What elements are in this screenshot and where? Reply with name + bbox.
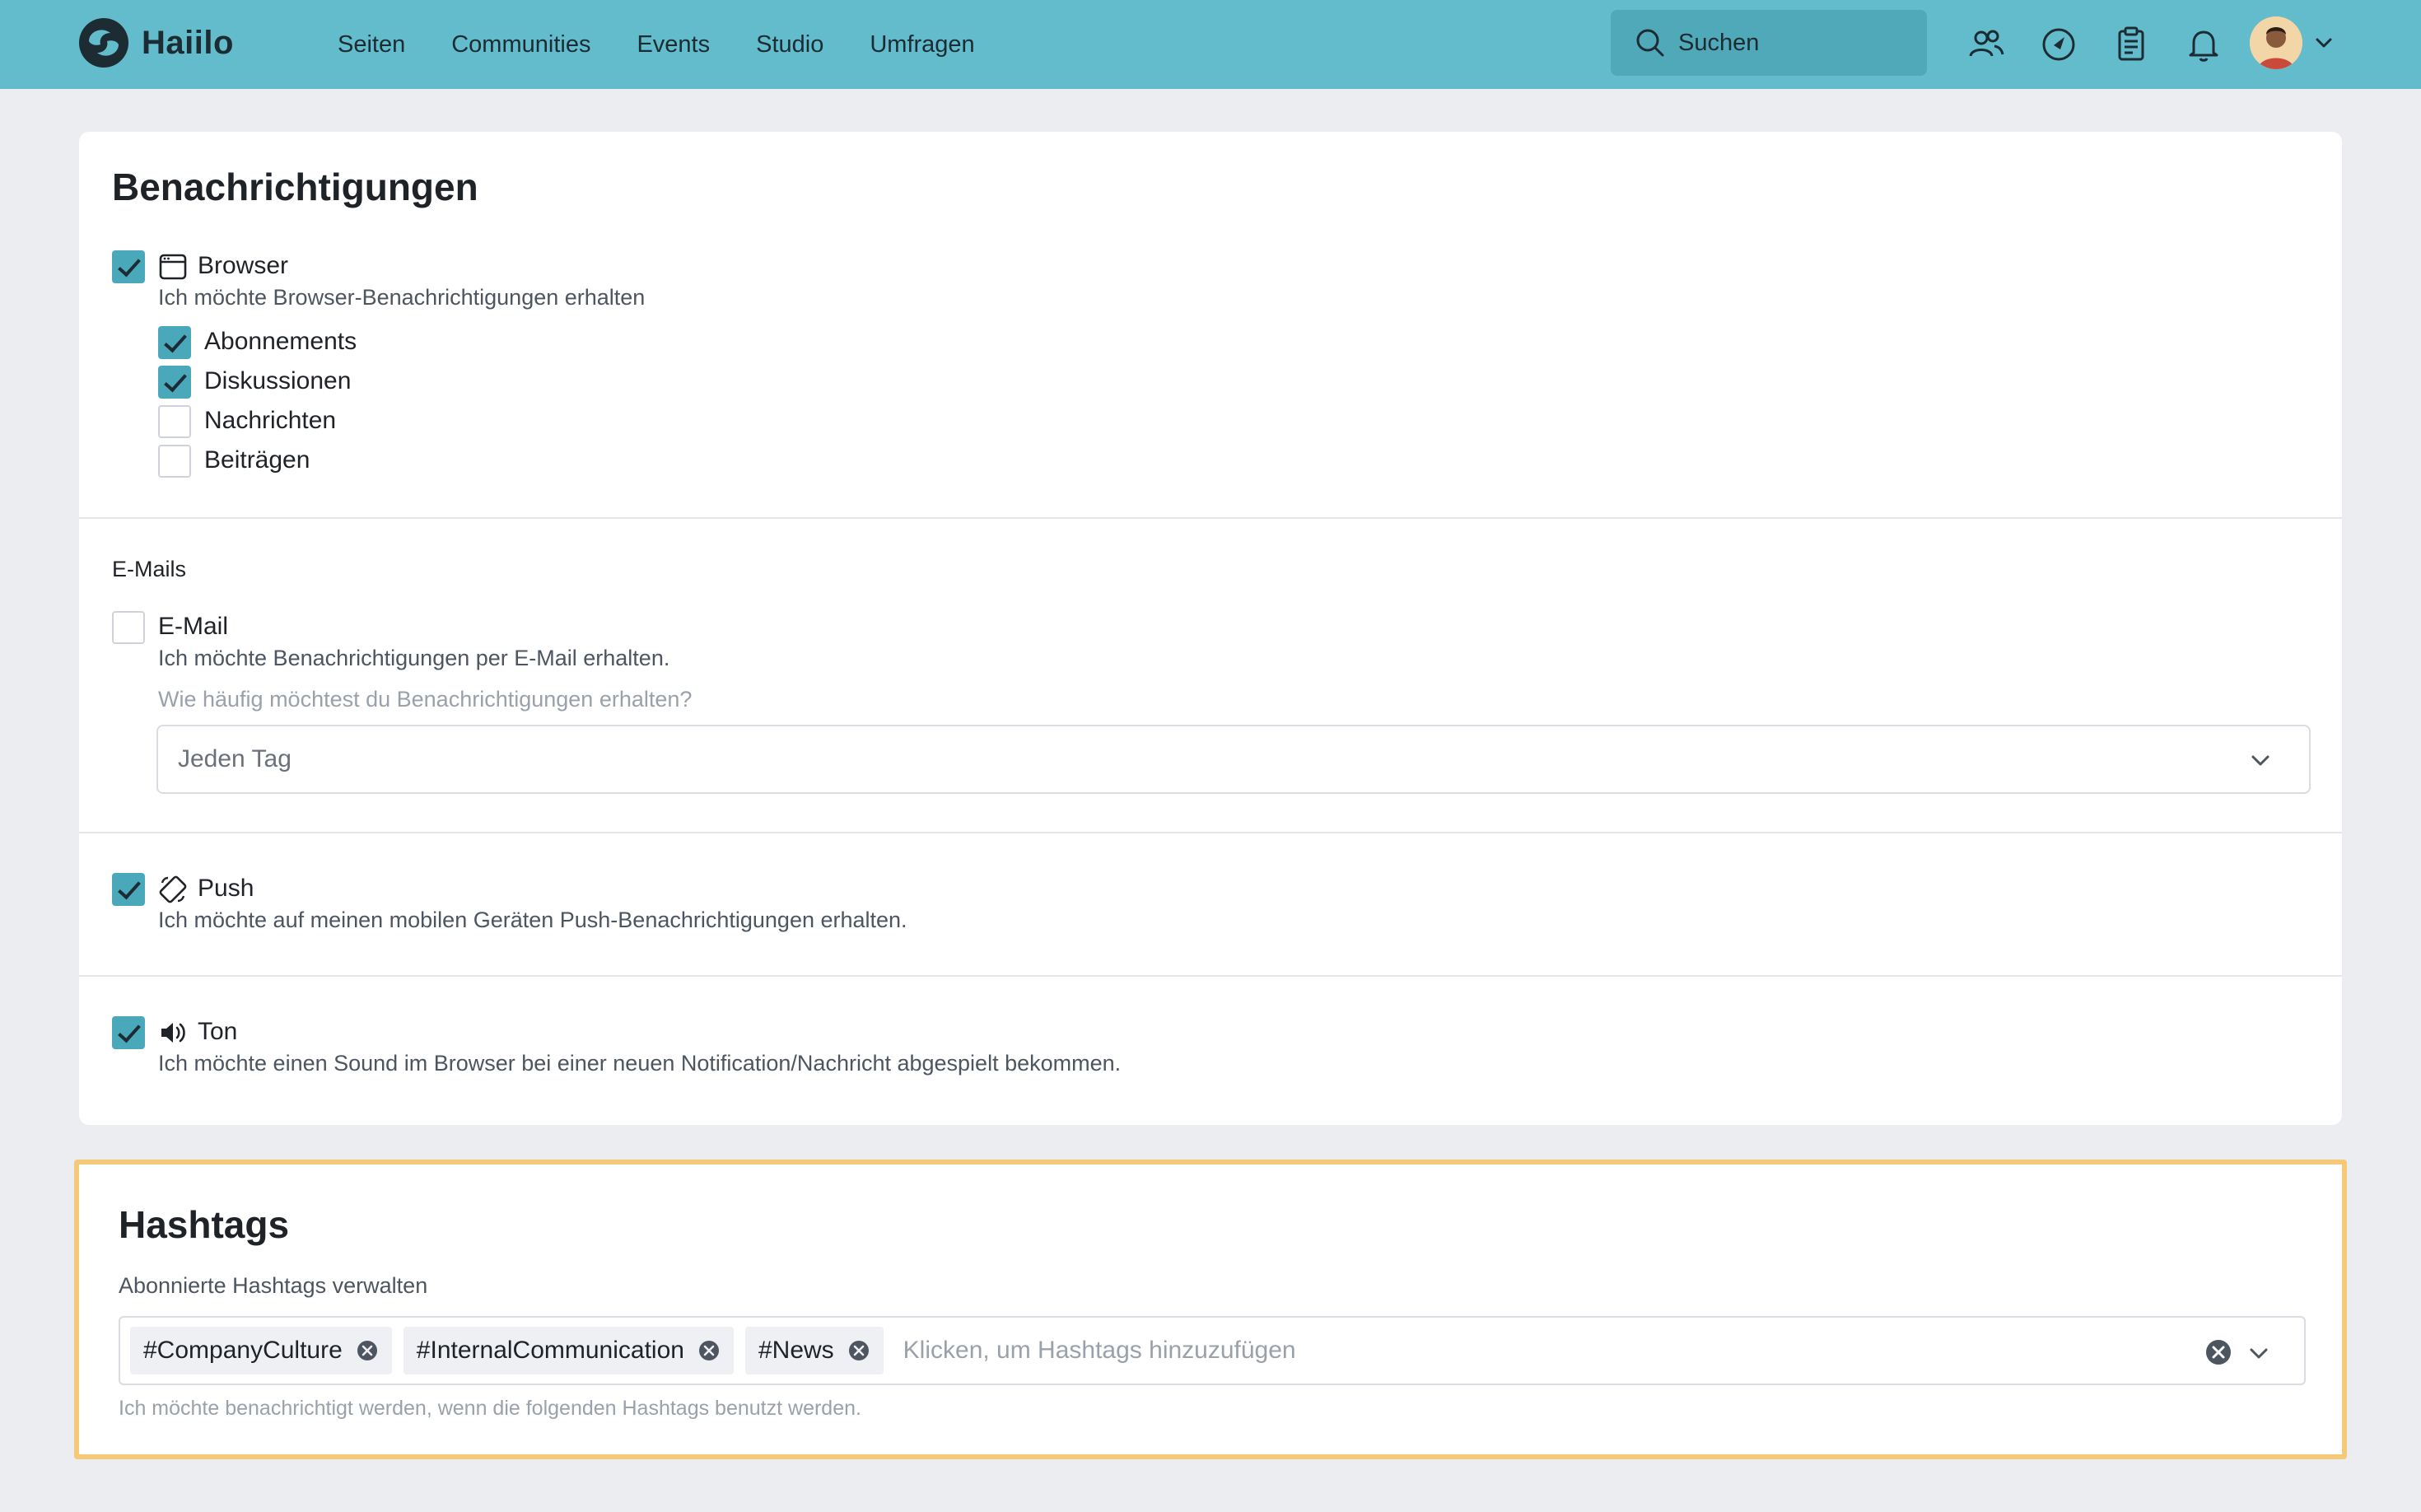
hashtag-placeholder: Klicken, um Hashtags hinzuzufügen <box>903 1337 1296 1364</box>
chevron-down-icon[interactable] <box>2246 1341 2271 1365</box>
push-description: Ich möchte auf meinen mobilen Geräten Pu… <box>158 908 907 932</box>
push-label: Push <box>198 875 254 902</box>
email-frequency-select[interactable]: Jeden Tag <box>156 725 2311 794</box>
search-icon <box>1636 29 1664 57</box>
sound-label: Ton <box>198 1018 238 1045</box>
remove-tag-icon[interactable] <box>697 1339 721 1362</box>
notifications-card: Benachrichtigungen Browser Ich möchte Br… <box>79 132 2342 1125</box>
divider <box>79 517 2342 519</box>
hashtags-title: Hashtags <box>119 1203 290 1246</box>
hashtags-manage-label: Abonnierte Hashtags verwalten <box>119 1273 428 1298</box>
discussions-label: Diskussionen <box>204 367 352 394</box>
email-checkbox[interactable] <box>112 611 145 644</box>
nav-item-events[interactable]: Events <box>637 31 710 58</box>
email-frequency-value: Jeden Tag <box>178 745 292 772</box>
notifications-title: Benachrichtigungen <box>112 166 478 208</box>
hashtag-input[interactable]: #CompanyCulture #InternalCommunication #… <box>119 1316 2306 1385</box>
compass-icon[interactable] <box>2039 25 2078 64</box>
divider <box>79 832 2342 833</box>
sound-checkbox[interactable] <box>112 1016 145 1049</box>
remove-tag-icon[interactable] <box>847 1339 870 1362</box>
messages-label: Nachrichten <box>204 407 337 434</box>
chevron-down-icon <box>2251 755 2269 766</box>
browser-description: Ich möchte Browser-Benachrichtigungen er… <box>158 285 646 310</box>
people-icon[interactable] <box>1966 25 2006 64</box>
browser-label: Browser <box>198 252 289 279</box>
nav-item-studio[interactable]: Studio <box>756 31 823 58</box>
hashtag-chip: #CompanyCulture <box>130 1327 392 1374</box>
discussions-checkbox[interactable] <box>158 366 191 399</box>
email-frequency-question: Wie häufig möchtest du Benachrichtigunge… <box>158 687 693 712</box>
haiilo-logo-icon <box>79 18 128 68</box>
hashtag-chip-label: #InternalCommunication <box>416 1337 684 1364</box>
speaker-icon <box>161 1023 185 1043</box>
browser-window-icon <box>159 254 187 280</box>
main-nav: Seiten Communities Events Studio Umfrage… <box>338 0 1021 89</box>
posts-checkbox[interactable] <box>158 445 191 478</box>
chevron-down-icon[interactable] <box>2312 31 2335 54</box>
remove-tag-icon[interactable] <box>356 1339 379 1362</box>
clipboard-icon[interactable] <box>2111 25 2151 64</box>
hashtag-chip-label: #News <box>758 1337 834 1364</box>
divider <box>79 975 2342 977</box>
subscriptions-checkbox[interactable] <box>158 326 191 359</box>
posts-label: Beiträgen <box>204 446 310 474</box>
brand-name: Haiilo <box>142 24 234 61</box>
avatar[interactable] <box>2250 16 2302 69</box>
subscriptions-label: Abonnements <box>204 328 357 355</box>
email-description: Ich möchte Benachrichtigungen per E-Mail… <box>158 646 670 670</box>
push-checkbox[interactable] <box>112 873 145 906</box>
sound-description: Ich möchte einen Sound im Browser bei ei… <box>158 1051 1122 1076</box>
browser-checkbox[interactable] <box>112 250 145 283</box>
search-input[interactable]: Suchen <box>1611 10 1927 76</box>
messages-checkbox[interactable] <box>158 405 191 438</box>
nav-item-seiten[interactable]: Seiten <box>338 31 405 58</box>
top-bar: Haiilo Seiten Communities Events Studio … <box>0 0 2421 89</box>
hashtag-chip-label: #CompanyCulture <box>143 1337 343 1364</box>
logo[interactable]: Haiilo <box>77 16 234 69</box>
emails-section-label: E-Mails <box>112 557 187 581</box>
hashtag-chip: #InternalCommunication <box>403 1327 734 1374</box>
bell-icon[interactable] <box>2184 25 2223 64</box>
hashtag-chip: #News <box>744 1327 884 1374</box>
hashtags-card: Hashtags Abonnierte Hashtags verwalten #… <box>74 1160 2347 1459</box>
hashtags-hint: Ich möchte benachrichtigt werden, wenn d… <box>119 1397 861 1420</box>
search-placeholder: Suchen <box>1678 29 1760 56</box>
email-label: E-Mail <box>158 613 229 640</box>
clear-icon[interactable] <box>2204 1337 2233 1367</box>
nav-item-communities[interactable]: Communities <box>451 31 590 58</box>
nav-item-umfragen[interactable]: Umfragen <box>870 31 974 58</box>
mobile-push-icon <box>159 875 187 903</box>
